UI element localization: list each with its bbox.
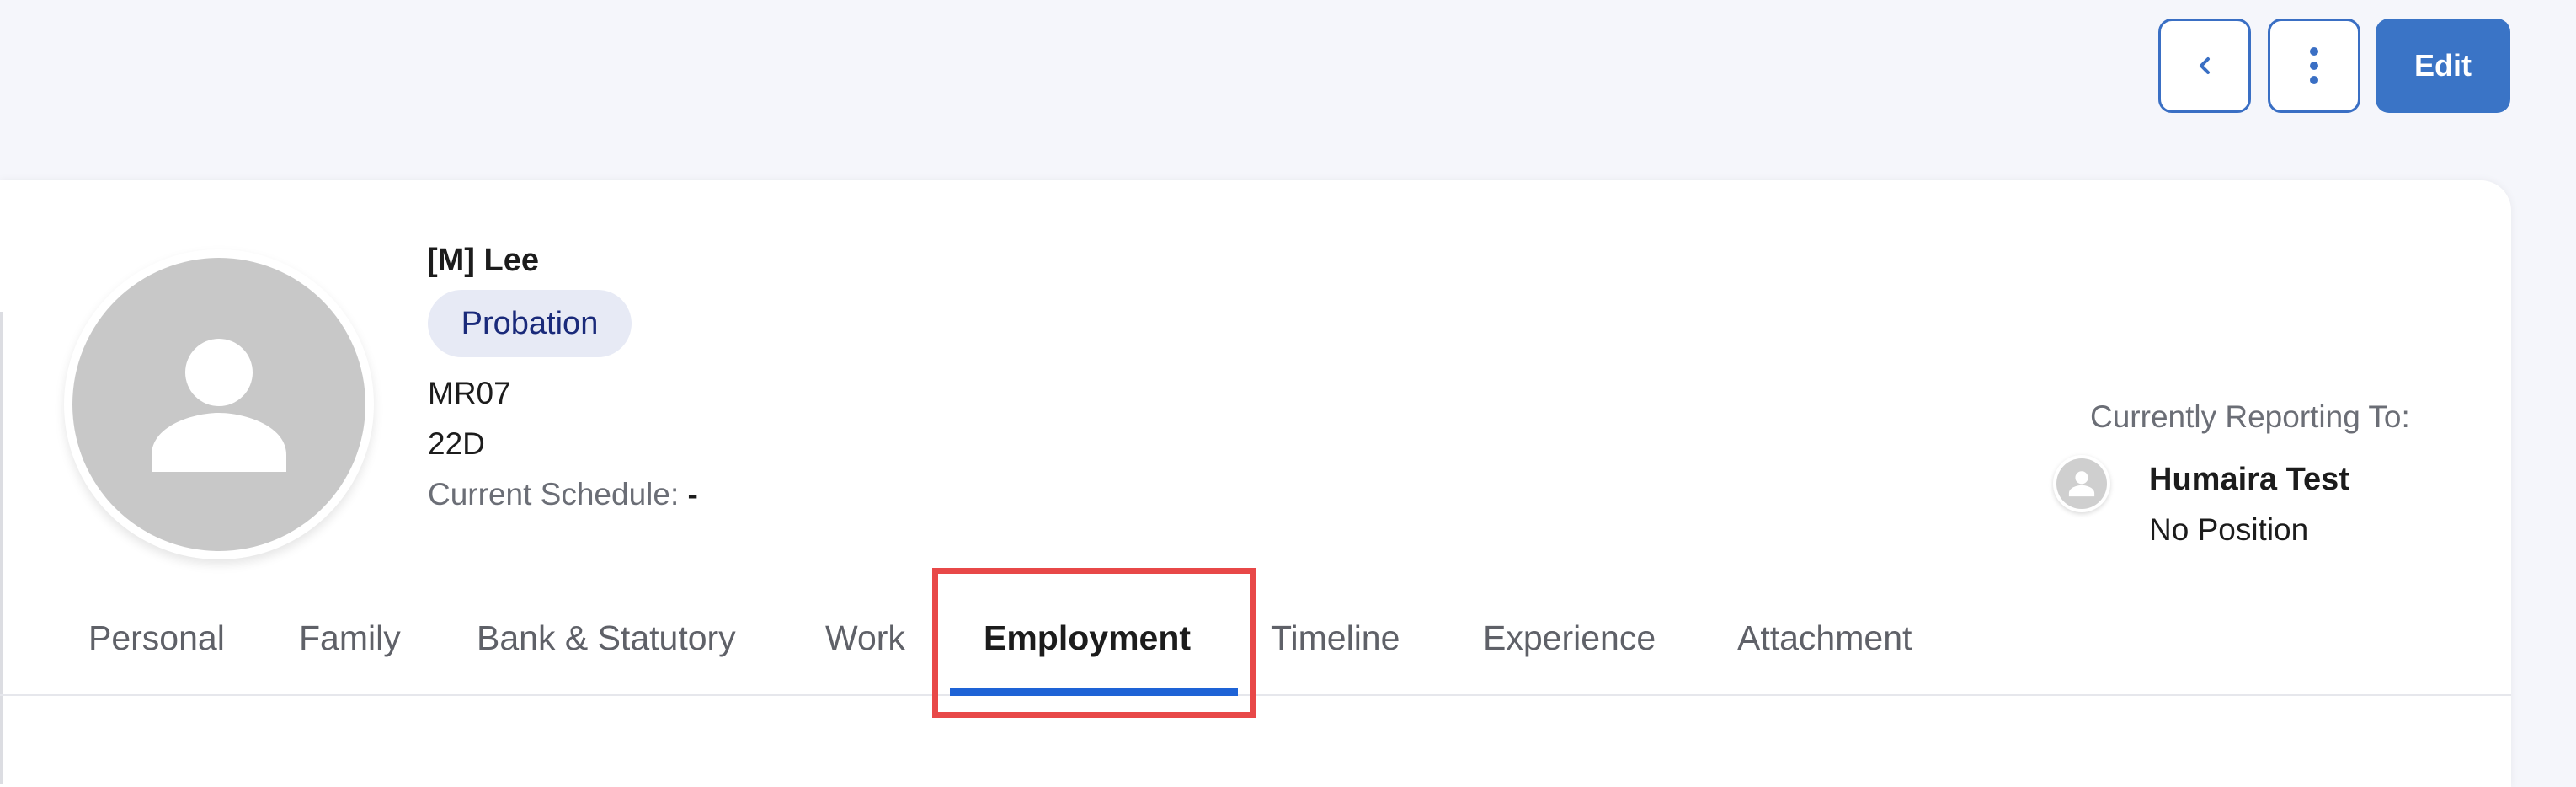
tab-personal[interactable]: Personal	[88, 618, 225, 658]
more-options-button[interactable]	[2268, 19, 2360, 113]
manager-avatar	[2053, 455, 2110, 512]
user-placeholder-icon	[2068, 471, 2095, 497]
chevron-left-icon	[2200, 57, 2210, 74]
back-button[interactable]	[2158, 19, 2251, 113]
schedule-value: -	[687, 477, 698, 511]
tab-bank-statutory[interactable]: Bank & Statutory	[477, 618, 736, 658]
profile-card: [M] Lee Probation MR07 22D Current Sched…	[0, 180, 2511, 787]
employee-grade: 22D	[428, 426, 485, 461]
tab-attachment[interactable]: Attachment	[1737, 618, 1912, 658]
vertical-dots-icon	[2310, 47, 2318, 84]
active-tab-indicator	[950, 688, 1238, 696]
schedule-label: Current Schedule:	[428, 477, 680, 511]
tab-timeline[interactable]: Timeline	[1271, 618, 1400, 658]
manager-name[interactable]: Humaira Test	[2149, 462, 2349, 498]
current-schedule: Current Schedule: -	[428, 477, 698, 512]
manager-position: No Position	[2149, 512, 2309, 547]
avatar	[64, 249, 374, 559]
status-badge: Probation	[428, 290, 632, 357]
edit-button[interactable]: Edit	[2376, 19, 2510, 113]
employee-code: MR07	[428, 376, 511, 410]
user-placeholder-icon	[152, 339, 286, 472]
tab-employment[interactable]: Employment	[984, 618, 1191, 658]
employee-name: [M] Lee	[427, 243, 539, 278]
tab-family[interactable]: Family	[299, 618, 401, 658]
tab-experience[interactable]: Experience	[1483, 618, 1656, 658]
reporting-label: Currently Reporting To:	[2090, 399, 2410, 434]
card-left-divider	[0, 312, 3, 784]
tab-work[interactable]: Work	[825, 618, 905, 658]
tabs-divider	[0, 694, 2511, 696]
